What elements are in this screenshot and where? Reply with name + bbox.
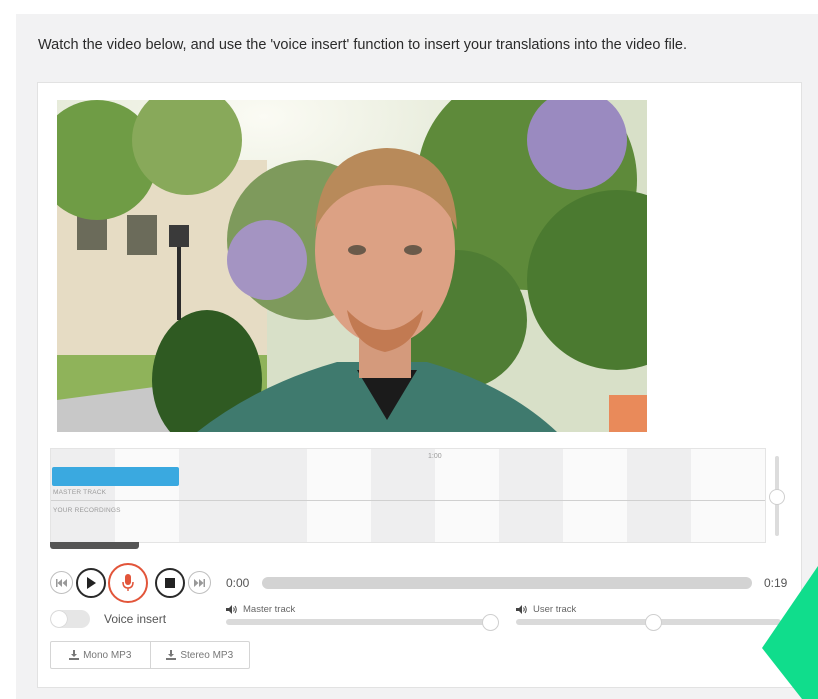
speaker-icon xyxy=(516,605,527,614)
user-volume-text: User track xyxy=(533,604,577,615)
speaker-icon xyxy=(226,605,237,614)
microphone-icon xyxy=(122,574,134,591)
user-volume-handle[interactable] xyxy=(645,614,662,631)
timeline-tick-label: 1:00 xyxy=(428,453,442,460)
timeline-stripe xyxy=(371,449,435,542)
forward-button[interactable] xyxy=(188,571,211,594)
stop-icon xyxy=(165,578,175,588)
recordings-label: YOUR RECORDINGS xyxy=(53,507,121,514)
timeline-stripe xyxy=(179,449,243,542)
stereo-mp3-button[interactable]: Stereo MP3 xyxy=(149,642,250,668)
play-icon xyxy=(87,577,96,589)
master-volume-slider[interactable] xyxy=(226,619,496,625)
master-track-clip[interactable] xyxy=(52,467,179,486)
download-group: Mono MP3 Stereo MP3 xyxy=(50,641,250,669)
instruction-text: Watch the video below, and use the 'voic… xyxy=(38,37,688,53)
current-time: 0:00 xyxy=(226,576,250,590)
timeline-stripe xyxy=(627,449,691,542)
timeline[interactable]: 1:00 MASTER TRACK YOUR RECORDINGS xyxy=(50,448,766,543)
corner-accent-shape xyxy=(762,566,818,699)
user-volume-label: User track xyxy=(516,604,576,615)
progress-bar[interactable] xyxy=(262,577,752,589)
master-volume-label: Master track xyxy=(226,604,295,615)
stereo-mp3-label: Stereo MP3 xyxy=(180,649,234,661)
rewind-button[interactable] xyxy=(50,571,73,594)
video-image xyxy=(57,100,647,432)
timeline-stripe xyxy=(243,449,307,542)
toggle-knob xyxy=(51,611,67,627)
skip-back-icon xyxy=(56,578,67,587)
timeline-zoom-handle[interactable] xyxy=(769,489,785,505)
stop-button[interactable] xyxy=(155,568,185,598)
play-button[interactable] xyxy=(76,568,106,598)
voice-insert-toggle[interactable] xyxy=(50,610,90,628)
download-icon xyxy=(69,650,80,660)
timeline-scrollbar[interactable] xyxy=(50,542,139,549)
timeline-divider xyxy=(51,500,765,501)
record-button[interactable] xyxy=(108,563,148,603)
download-icon xyxy=(166,650,177,660)
voice-insert-label: Voice insert xyxy=(104,612,167,626)
mono-mp3-label: Mono MP3 xyxy=(83,649,132,661)
master-track-label: MASTER TRACK xyxy=(53,489,107,496)
master-volume-handle[interactable] xyxy=(482,614,499,631)
timeline-stripe xyxy=(499,449,563,542)
skip-forward-icon xyxy=(194,578,205,587)
mono-mp3-button[interactable]: Mono MP3 xyxy=(51,642,150,668)
video-frame[interactable] xyxy=(57,100,647,432)
master-volume-text: Master track xyxy=(243,604,296,615)
